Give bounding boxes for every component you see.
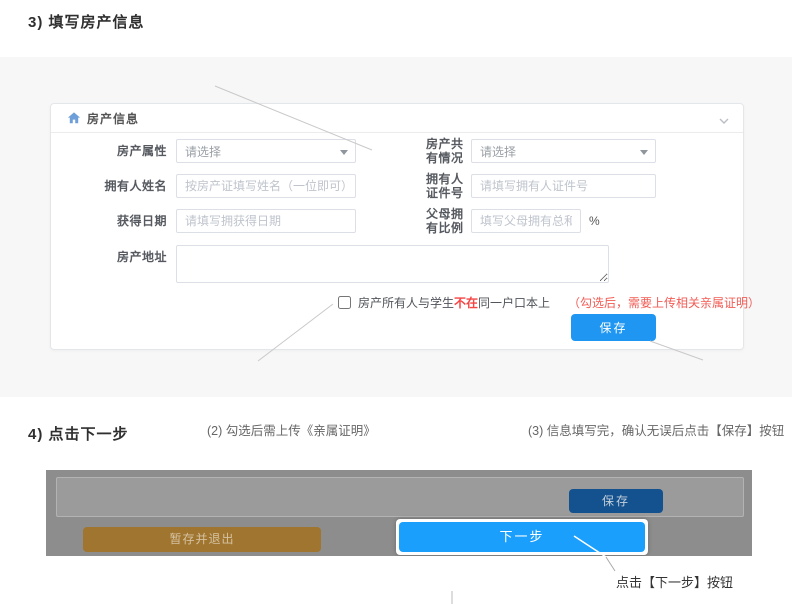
property-type-select[interactable]: 请选择 bbox=[176, 139, 356, 163]
owner-id-input[interactable] bbox=[472, 175, 655, 197]
address-label: 房产地址 bbox=[51, 245, 167, 269]
form-row-4: 房产地址 bbox=[51, 245, 743, 283]
checkbox-label-emphasis: 不在 bbox=[454, 296, 478, 310]
annotation-note-4: 点击【下一步】按钮 bbox=[616, 572, 733, 591]
screenshot-save-button: 保存 bbox=[569, 489, 663, 513]
form-row-2: 拥有人姓名 拥有人证件号 bbox=[51, 174, 743, 198]
percent-suffix: % bbox=[589, 209, 600, 233]
annotation-note-2: (2) 勾选后需上传《亲属证明》 bbox=[207, 420, 376, 439]
caret-down-icon bbox=[640, 150, 648, 155]
parent-share-input[interactable] bbox=[472, 210, 580, 232]
owner-name-field bbox=[176, 174, 356, 198]
parent-share-field bbox=[471, 209, 581, 233]
form-row-3: 获得日期 父母拥有比例 % bbox=[51, 209, 743, 233]
section3-title: 3) 填写房产信息 bbox=[28, 11, 145, 32]
co-ownership-label: 房产共有情况 bbox=[426, 137, 466, 165]
next-button-highlight-frame: 下一步 bbox=[396, 519, 648, 555]
card-header: 房产信息 bbox=[51, 104, 743, 133]
owner-id-field bbox=[471, 174, 656, 198]
address-textarea[interactable] bbox=[176, 245, 609, 283]
household-checkbox-row: 房产所有人与学生不在同一户口本上 （勾选后，需要上传相关亲属证明） bbox=[338, 294, 760, 310]
section3-screenshot-panel: (1) 不同房产类型所填数据不同，请根据证件类型选择房产数据 房产信息 房产属性… bbox=[0, 57, 792, 397]
checkbox-label: 房产所有人与学生不在同一户口本上 bbox=[358, 294, 550, 311]
save-button[interactable]: 保存 bbox=[571, 314, 656, 341]
property-info-card: 房产信息 房产属性 请选择 房产共有情况 请选择 bbox=[50, 103, 744, 350]
caret-down-icon bbox=[340, 150, 348, 155]
screenshot-draft-button: 暂存并退出 bbox=[83, 527, 321, 552]
tutorial-page: 3) 填写房产信息 (1) 不同房产类型所填数据不同，请根据证件类型选择房产数据… bbox=[0, 0, 792, 604]
owner-name-input[interactable] bbox=[177, 175, 355, 197]
owner-id-label: 拥有人证件号 bbox=[426, 172, 466, 200]
screenshot-form-footer: 保存 bbox=[56, 477, 744, 517]
chevron-down-icon[interactable] bbox=[719, 113, 729, 123]
card-title: 房产信息 bbox=[87, 110, 139, 127]
parent-share-label: 父母拥有比例 bbox=[426, 207, 466, 235]
checkbox-red-note: （勾选后，需要上传相关亲属证明） bbox=[568, 294, 760, 311]
owner-name-label: 拥有人姓名 bbox=[51, 174, 167, 198]
co-ownership-select[interactable]: 请选择 bbox=[471, 139, 656, 163]
screenshot-next-button: 下一步 bbox=[399, 522, 645, 552]
acquire-date-field bbox=[176, 209, 356, 233]
next-step-screenshot: 保存 暂存并退出 下一步 bbox=[46, 470, 752, 556]
acquire-date-input[interactable] bbox=[177, 210, 355, 232]
annotation-note-3: (3) 信息填写完，确认无误后点击【保存】按钮 bbox=[528, 420, 784, 439]
not-same-household-checkbox[interactable] bbox=[338, 296, 351, 309]
section4-title: 4) 点击下一步 bbox=[28, 423, 129, 444]
property-type-value: 请选择 bbox=[185, 143, 221, 160]
form-row-1: 房产属性 请选择 房产共有情况 请选择 bbox=[51, 139, 743, 163]
house-icon bbox=[67, 111, 81, 125]
property-type-label: 房产属性 bbox=[51, 139, 167, 163]
acquire-date-label: 获得日期 bbox=[51, 209, 167, 233]
co-ownership-value: 请选择 bbox=[480, 143, 516, 160]
